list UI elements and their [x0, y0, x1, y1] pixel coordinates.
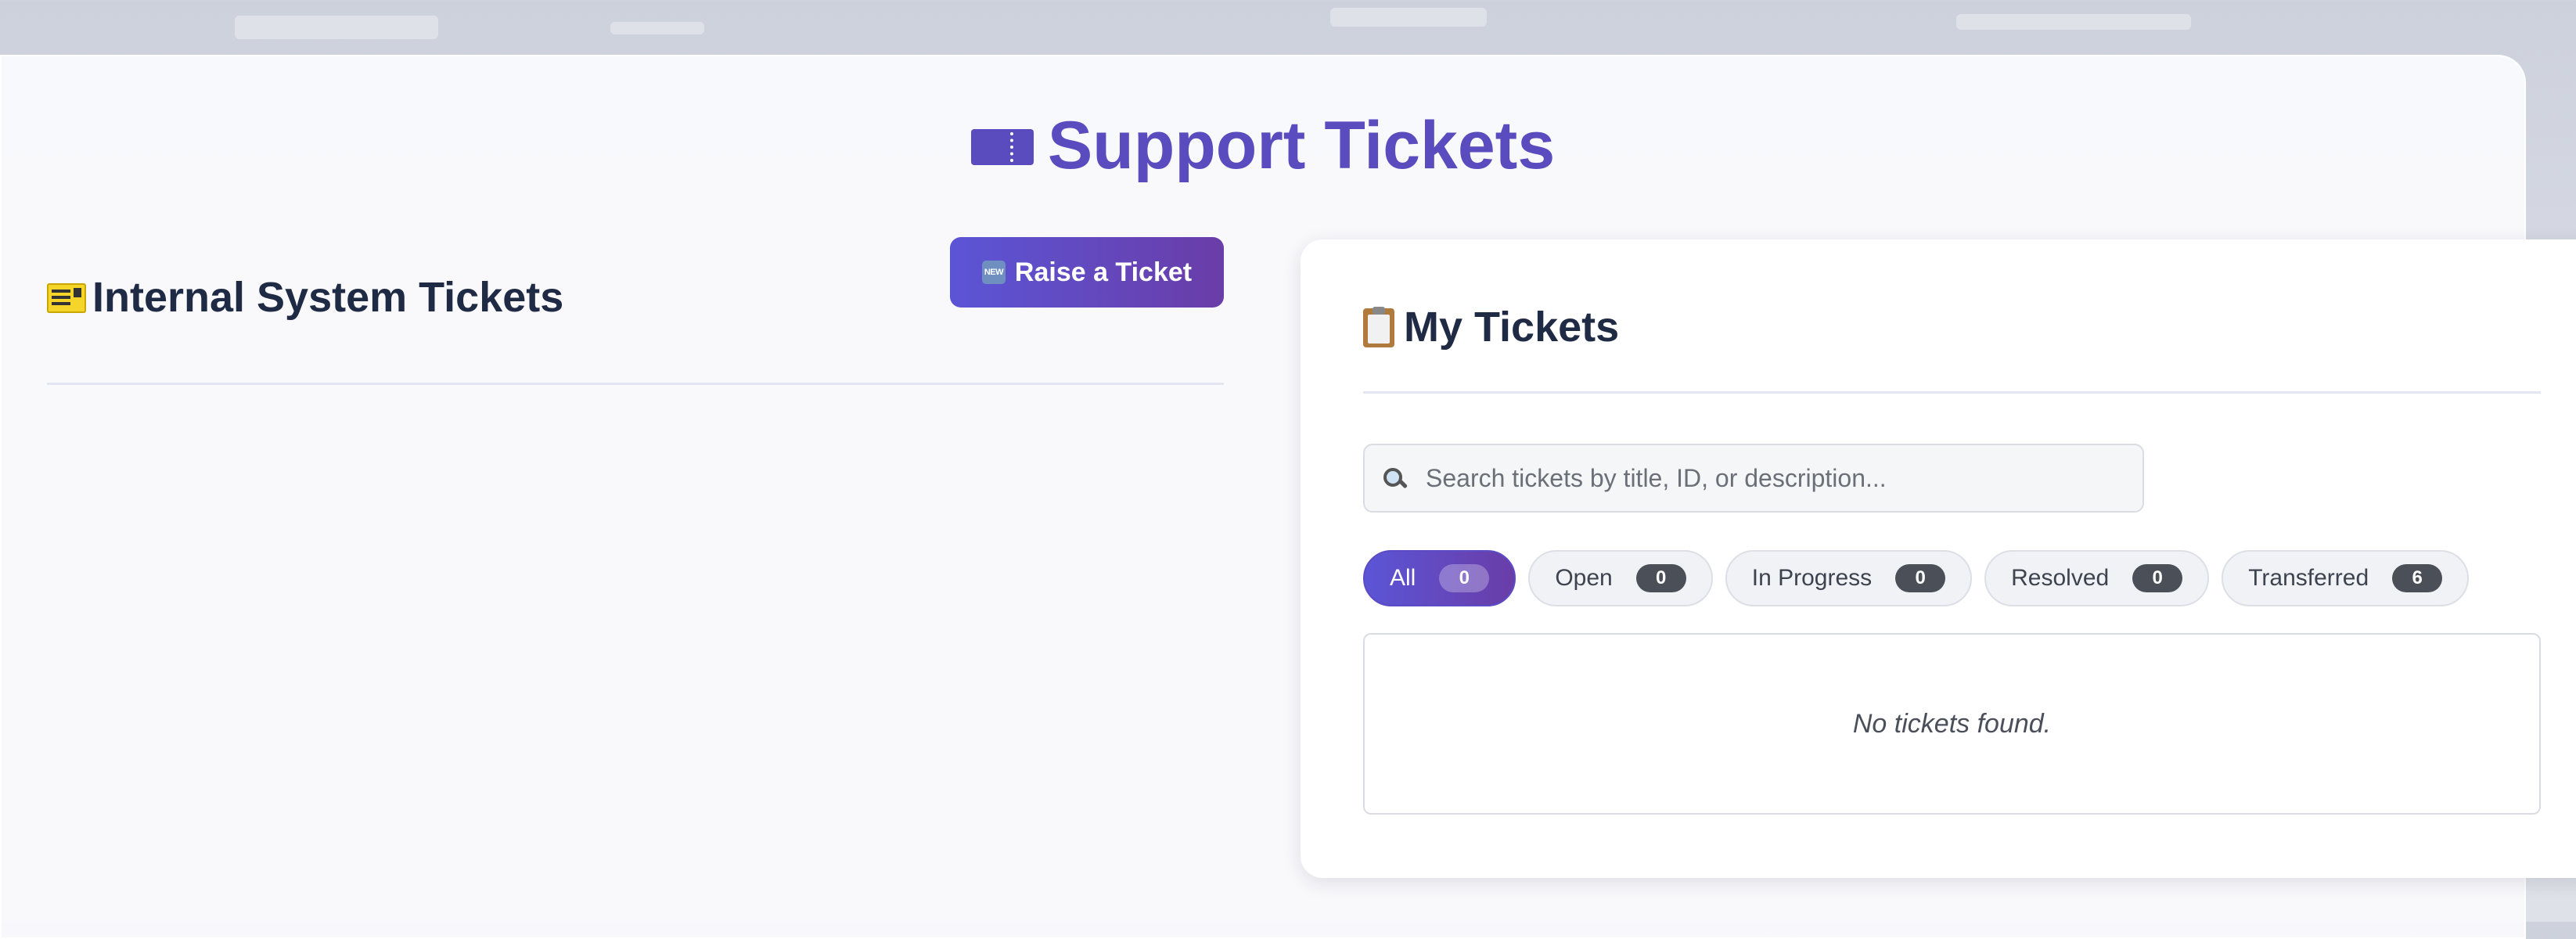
search-icon: [1382, 466, 1405, 490]
filter-count-badge: 0: [1635, 564, 1686, 592]
my-tickets-title: My Tickets: [1404, 304, 1620, 351]
background-light: [610, 22, 704, 34]
raise-ticket-button[interactable]: NEW Raise a Ticket: [950, 237, 1224, 308]
internal-tickets-heading: Internal System Tickets: [47, 266, 563, 329]
filter-label: In Progress: [1751, 565, 1873, 591]
search-box: [1363, 444, 2144, 513]
clipboard-icon: [1363, 306, 1394, 347]
filter-transferred[interactable]: Transferred 6: [2222, 550, 2470, 606]
ticket-list: No tickets found.: [1363, 633, 2541, 815]
internal-tickets-divider: [47, 383, 1224, 385]
filter-label: All: [1390, 565, 1416, 591]
filter-count-badge: 0: [1439, 564, 1490, 592]
new-badge-icon: NEW: [981, 261, 1006, 284]
filter-in-progress[interactable]: In Progress 0: [1725, 550, 1973, 606]
filter-open[interactable]: Open 0: [1528, 550, 1713, 606]
internal-tickets-title: Internal System Tickets: [92, 274, 564, 321]
service-ticket-icon: [47, 282, 86, 313]
page-title-text: Support Tickets: [1047, 108, 1556, 183]
filter-label: Resolved: [2011, 565, 2110, 591]
ticket-icon: [970, 129, 1034, 166]
background-light: [1330, 8, 1487, 27]
filter-count-badge: 0: [2132, 564, 2183, 592]
filter-all[interactable]: All 0: [1363, 550, 1516, 606]
filter-label: Open: [1555, 565, 1613, 591]
filter-resolved[interactable]: Resolved 0: [1984, 550, 2210, 606]
empty-state-message: No tickets found.: [1852, 708, 2052, 739]
my-tickets-divider: [1363, 391, 2541, 394]
raise-ticket-label: Raise a Ticket: [1014, 257, 1193, 287]
background-light: [235, 16, 438, 39]
background-light: [1956, 14, 2191, 30]
filter-count-badge: 6: [2392, 564, 2443, 592]
filter-count-badge: 0: [1895, 564, 1946, 592]
my-tickets-heading: My Tickets: [1363, 296, 1619, 358]
page-title: Support Tickets: [0, 106, 2526, 185]
filter-label: Transferred: [2248, 565, 2369, 591]
search-input[interactable]: [1426, 455, 2099, 502]
status-filters: All 0 Open 0 In Progress 0 Resolved 0 Tr…: [1363, 550, 2470, 606]
